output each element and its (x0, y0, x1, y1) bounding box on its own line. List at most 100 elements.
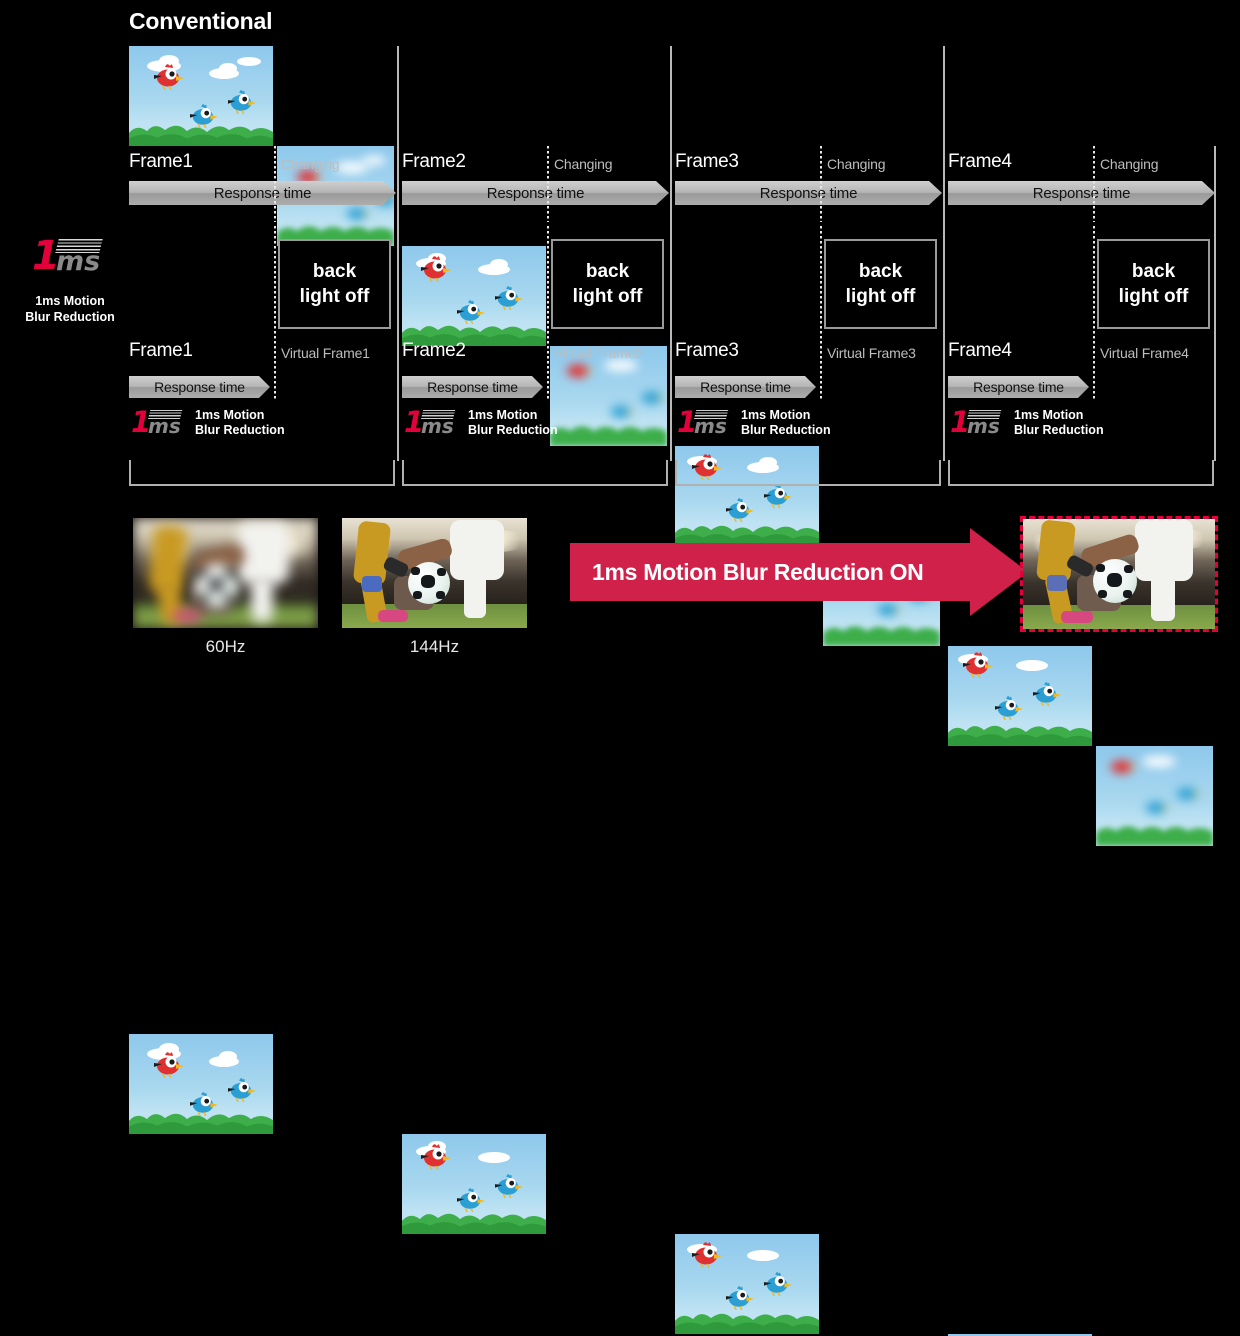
backlight-off-line2: light off (572, 286, 643, 307)
group-divider-3 (943, 46, 945, 461)
mbr-frame-3-image (675, 1234, 819, 1334)
frame-divider-dotted-3 (820, 146, 822, 222)
frame-divider-dotted-6 (547, 226, 549, 401)
frame-divider-dotted-4 (1093, 146, 1095, 222)
conventional-response-time-3: Response time (675, 181, 942, 205)
conventional-frame-label-3: Frame3 (675, 151, 739, 172)
backlight-off-line2: light off (845, 286, 916, 307)
mbr-badge-row-4: 1 ms 1ms Motion Blur Reduction (949, 408, 1104, 438)
soccer-image-60hz (133, 518, 318, 628)
mbr-badge-caption-line1: 1ms Motion (195, 408, 265, 422)
logo-unit: ms (421, 414, 454, 438)
left-brand-badge: 1 ms 1ms Motion Blur Reduction (10, 236, 130, 325)
result-highlight-frame (1020, 516, 1218, 632)
left-badge-caption: 1ms Motion Blur Reduction (10, 293, 130, 325)
logo-unit: ms (148, 414, 181, 438)
mbr-response-time-4: Response time (948, 376, 1089, 398)
frame-divider-dotted-7 (820, 226, 822, 401)
logo-unit: ms (967, 414, 1000, 438)
conventional-frame-2-image (402, 246, 546, 346)
backlight-off-box-1: back light off (278, 239, 391, 329)
mbr-virtual-label-4: Virtual Frame4 (1100, 345, 1189, 361)
mbr-virtual-label-3: Virtual Frame3 (827, 345, 916, 361)
infographic-root: Conventional 1 ms 1ms Motion Blur Reduct… (0, 0, 1240, 1336)
mbr-badge-caption-line1: 1ms Motion (1014, 408, 1084, 422)
conventional-changing-4-image (1096, 746, 1213, 846)
mbr-on-banner: 1ms Motion Blur Reduction ON (570, 543, 970, 601)
mbr-badge-caption-line2: Blur Reduction (741, 423, 831, 437)
logo-unit: ms (694, 414, 727, 438)
mbr-frame-4-image (948, 1334, 1092, 1336)
mbr-badge-caption-line2: Blur Reduction (195, 423, 285, 437)
mbr-frame-label-4: Frame4 (948, 340, 1012, 361)
backlight-off-line2: light off (1118, 286, 1189, 307)
mbr-badge-caption: 1ms Motion Blur Reduction (1014, 408, 1104, 438)
conventional-frame-1-image (129, 46, 273, 146)
mbr-badge-caption-line1: 1ms Motion (741, 408, 811, 422)
backlight-off-line1: back (1131, 261, 1176, 282)
cycle-bracket-2 (402, 460, 668, 486)
mbr-badge-caption-line1: 1ms Motion (468, 408, 538, 422)
one-ms-logo-icon: 1 ms (949, 408, 1006, 438)
mbr-badge-row-1: 1 ms 1ms Motion Blur Reduction (130, 408, 285, 438)
conventional-frame-label-4: Frame4 (948, 151, 1012, 172)
left-badge-caption-line2: Blur Reduction (25, 310, 115, 324)
soccer-image-144hz (342, 518, 527, 628)
mbr-frame-label-3: Frame3 (675, 340, 739, 361)
group-divider-1 (397, 46, 399, 461)
hz-label-left: 60Hz (205, 637, 246, 656)
mbr-frame-label-2: Frame2 (402, 340, 466, 361)
conventional-response-time-1: Response time (129, 181, 396, 205)
mbr-badge-row-3: 1 ms 1ms Motion Blur Reduction (676, 408, 831, 438)
backlight-off-box-4: back light off (1097, 239, 1210, 329)
conventional-changing-2-image (550, 346, 667, 446)
mbr-badge-row-2: 1 ms 1ms Motion Blur Reduction (403, 408, 558, 438)
backlight-off-box-2: back light off (551, 239, 664, 329)
logo-unit: ms (56, 246, 101, 277)
cycle-bracket-3 (675, 460, 941, 486)
backlight-off-line1: back (312, 261, 357, 282)
frame-divider-dotted-8 (1093, 226, 1095, 401)
conventional-frame-4-image (948, 646, 1092, 746)
hz-label-right: 144Hz (409, 637, 460, 656)
mbr-response-time-3: Response time (675, 376, 816, 398)
mbr-badge-caption-line2: Blur Reduction (468, 423, 558, 437)
one-ms-logo-icon: 1 ms (30, 236, 110, 280)
conventional-changing-label-2: Changing (554, 156, 613, 172)
mbr-response-time-2: Response time (402, 376, 543, 398)
cycle-bracket-4 (948, 460, 1214, 486)
backlight-off-line1: back (858, 261, 903, 282)
backlight-off-box-3: back light off (824, 239, 937, 329)
group-divider-2 (670, 46, 672, 461)
mbr-virtual-label-2: Virtual Frame2 (554, 345, 643, 361)
frame-divider-dotted-5 (274, 226, 276, 401)
mbr-badge-caption: 1ms Motion Blur Reduction (741, 408, 831, 438)
frame-divider-dotted-2 (547, 146, 549, 222)
mbr-response-time-1: Response time (129, 376, 270, 398)
mbr-frame-label-1: Frame1 (129, 340, 193, 361)
mbr-badge-caption: 1ms Motion Blur Reduction (468, 408, 558, 438)
page-title: Conventional (129, 8, 273, 34)
backlight-off-line2: light off (299, 286, 370, 307)
mbr-badge-caption-line2: Blur Reduction (1014, 423, 1104, 437)
mbr-badge-caption: 1ms Motion Blur Reduction (195, 408, 285, 438)
mbr-virtual-label-1: Virtual Frame1 (281, 345, 370, 361)
one-ms-logo-icon: 1 ms (130, 408, 187, 438)
conventional-frame-label-1: Frame1 (129, 151, 193, 172)
diagram-right-edge (1214, 146, 1216, 461)
conventional-response-time-4: Response time (948, 181, 1215, 205)
frame-divider-dotted-1 (274, 146, 276, 222)
left-badge-caption-line1: 1ms Motion (35, 294, 105, 308)
one-ms-logo-icon: 1 ms (403, 408, 460, 438)
mbr-frame-1-image (129, 1034, 273, 1134)
mbr-on-banner-label: 1ms Motion Blur Reduction ON (592, 558, 924, 585)
conventional-frame-label-2: Frame2 (402, 151, 466, 172)
conventional-changing-label-3: Changing (827, 156, 886, 172)
conventional-changing-label-4: Changing (1100, 156, 1159, 172)
one-ms-logo-icon: 1 ms (676, 408, 733, 438)
backlight-off-line1: back (585, 261, 630, 282)
mbr-frame-2-image (402, 1134, 546, 1234)
conventional-response-time-2: Response time (402, 181, 669, 205)
conventional-changing-label-1: Changing (281, 156, 340, 172)
cycle-bracket-1 (129, 460, 395, 486)
